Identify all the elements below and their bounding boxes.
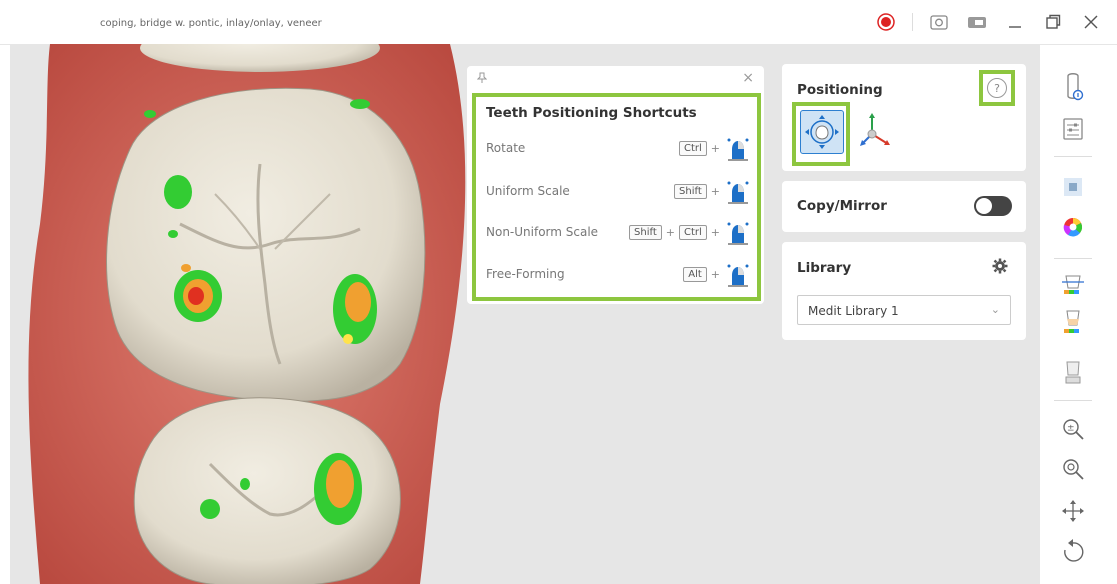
gear-icon[interactable] [992, 258, 1008, 274]
color-wheel-icon[interactable] [1058, 212, 1088, 242]
key-ctrl: Ctrl [678, 224, 707, 240]
divider [912, 13, 913, 31]
record-icon[interactable] [874, 10, 898, 34]
shortcut-row-uniform-scale: Uniform Scale Shift + [484, 176, 750, 206]
shortcut-keys: Alt + [683, 261, 750, 287]
shortcuts-title: Teeth Positioning Shortcuts [486, 105, 697, 121]
zoom-icon[interactable] [1058, 454, 1088, 484]
chevron-down-icon: ⌄ [990, 303, 1000, 316]
divider [1054, 258, 1092, 259]
mouse-drag-icon [724, 261, 750, 287]
key-shift: Shift [674, 183, 707, 199]
library-selected-value: Medit Library 1 [808, 304, 899, 318]
divider [1054, 156, 1092, 157]
positioning-title: Positioning [797, 82, 883, 98]
minimize-icon[interactable] [1003, 10, 1027, 34]
right-toolbar: ± [1044, 62, 1102, 580]
key-shift: Shift [629, 224, 662, 240]
rotate-icon[interactable] [1058, 536, 1088, 566]
move-tool-highlight [792, 102, 850, 166]
plus-sign: + [710, 141, 720, 155]
shortcut-keys: Ctrl + [678, 135, 750, 161]
plus-sign: + [710, 225, 720, 239]
shortcut-label: Non-Uniform Scale [486, 225, 599, 239]
settings-panel-icon[interactable] [1058, 114, 1088, 144]
shortcut-label: Uniform Scale [486, 184, 570, 198]
video-icon[interactable] [965, 10, 989, 34]
plus-sign: + [665, 225, 675, 239]
shortcut-label: Free-Forming [486, 267, 565, 281]
help-icon[interactable]: ? [987, 78, 1007, 98]
help-highlight: ? [979, 70, 1015, 106]
axis-gizmo-icon [860, 113, 890, 146]
maximize-icon[interactable] [1041, 10, 1065, 34]
plus-sign: + [710, 184, 720, 198]
divider [1054, 400, 1092, 401]
key-ctrl: Ctrl [678, 140, 707, 156]
window-title: coping, bridge w. pontic, inlay/onlay, v… [100, 18, 322, 29]
scanner-icon[interactable] [1058, 72, 1088, 102]
toggle-knob [976, 198, 992, 214]
title-bar: coping, bridge w. pontic, inlay/onlay, v… [0, 0, 1117, 45]
svg-text:±: ± [1067, 424, 1075, 434]
shortcuts-panel: × Teeth Positioning Shortcuts Rotate Ctr… [467, 66, 764, 304]
free-move-button[interactable] [800, 110, 844, 154]
close-icon[interactable] [1079, 10, 1103, 34]
tooth-shade-icon[interactable] [1058, 310, 1088, 340]
zoom-fit-icon[interactable]: ± [1058, 414, 1088, 444]
library-select[interactable]: Medit Library 1 ⌄ [797, 295, 1011, 325]
shortcut-row-free-forming: Free-Forming Alt + [484, 259, 750, 289]
screenshot-icon[interactable] [927, 10, 951, 34]
key-alt: Alt [683, 266, 707, 282]
tooth-morph-icon[interactable] [1058, 272, 1088, 302]
mouse-drag-icon [724, 135, 750, 161]
shortcuts-close-button[interactable]: × [742, 70, 754, 86]
copy-mirror-panel: Copy/Mirror [782, 181, 1026, 232]
copy-mirror-toggle[interactable] [974, 196, 1012, 216]
crown-icon[interactable] [1058, 358, 1088, 388]
axis-move-button[interactable] [858, 110, 894, 150]
shortcut-keys: Shift + Ctrl + [629, 219, 750, 245]
shortcut-label: Rotate [486, 141, 526, 155]
library-title: Library [797, 260, 852, 276]
window-controls [874, 10, 1103, 34]
shortcut-keys: Shift + [674, 178, 750, 204]
free-move-icon [805, 115, 839, 149]
mouse-drag-icon [724, 178, 750, 204]
shortcut-row-non-uniform-scale: Non-Uniform Scale Shift + Ctrl + [484, 217, 750, 247]
plus-sign: + [710, 267, 720, 281]
pan-icon[interactable] [1058, 496, 1088, 526]
shortcut-row-rotate: Rotate Ctrl + [484, 133, 750, 163]
cube-view-icon[interactable] [1058, 172, 1088, 202]
pin-icon[interactable] [476, 72, 488, 87]
mouse-drag-icon [724, 219, 750, 245]
library-panel: Library Medit Library 1 ⌄ [782, 242, 1026, 340]
shortcuts-highlight-frame: Teeth Positioning Shortcuts Rotate Ctrl … [472, 93, 761, 301]
positioning-panel: Positioning ? [782, 64, 1026, 171]
copy-mirror-title: Copy/Mirror [797, 198, 887, 214]
